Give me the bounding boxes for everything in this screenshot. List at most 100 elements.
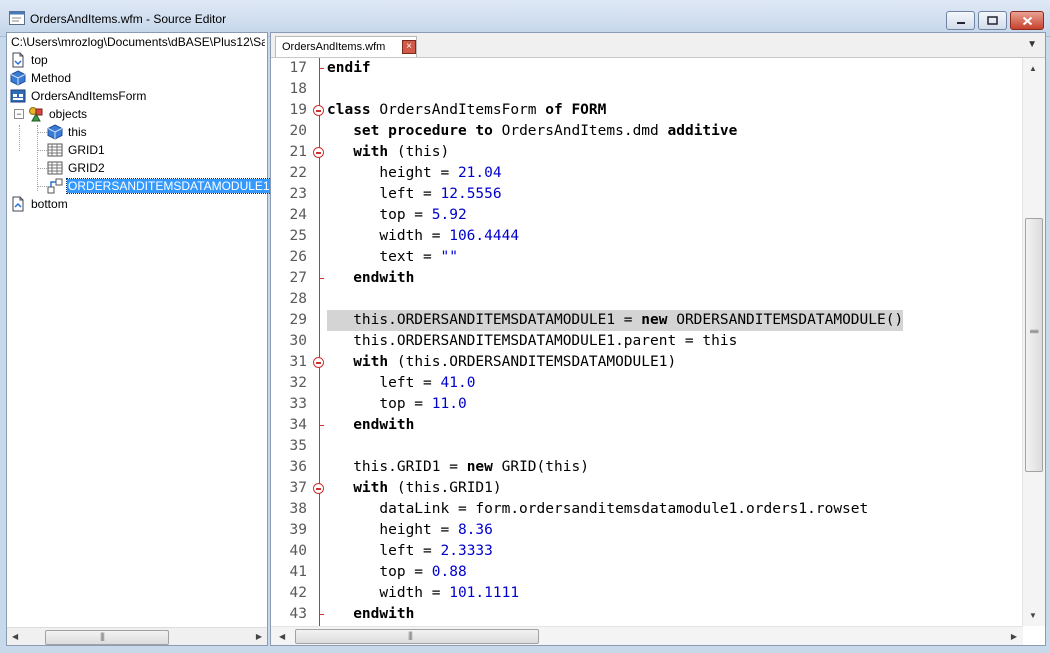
code-line[interactable]: 25 width = 106.4444 bbox=[271, 226, 1021, 247]
line-number: 39 bbox=[289, 522, 307, 538]
tree-line bbox=[37, 125, 38, 191]
code-line[interactable]: 35 bbox=[271, 436, 1021, 457]
editor-horizontal-scrollbar[interactable]: ◀ ||| ▶ bbox=[271, 626, 1023, 645]
tab-bar: OrdersAndItems.wfm × ▼ bbox=[271, 33, 1045, 58]
tree-line bbox=[37, 168, 47, 169]
tree-label: GRID2 bbox=[68, 161, 105, 175]
text-token: (this) bbox=[388, 144, 450, 160]
line-number: 23 bbox=[289, 186, 307, 202]
code-text: top = 11.0 bbox=[327, 394, 466, 415]
editor-vertical-scrollbar[interactable]: ▲ ||| ▼ bbox=[1022, 58, 1045, 626]
scroll-left-arrow-icon[interactable]: ◀ bbox=[12, 632, 18, 641]
code-line[interactable]: 39 height = 8.36 bbox=[271, 520, 1021, 541]
code-line[interactable]: 19 class OrdersAndItemsForm of FORM bbox=[271, 100, 1021, 121]
code-text: endwith bbox=[327, 604, 414, 625]
tree-item-datamodule[interactable]: ORDERSANDITEMSDATAMODULE1 bbox=[47, 177, 272, 195]
code-editor[interactable]: 17 endif 18 19 class OrdersAndItemsForm of F… bbox=[271, 58, 1021, 626]
fold-collapse-icon[interactable] bbox=[313, 357, 324, 368]
grip-icon: ||| bbox=[1030, 329, 1040, 334]
grip-icon: ||| bbox=[408, 630, 413, 640]
tree-item-grid2[interactable]: GRID2 bbox=[47, 159, 106, 177]
literal-token: 12.5556 bbox=[440, 186, 502, 202]
outline-horizontal-scrollbar[interactable]: ◀ ||| ▶ bbox=[7, 627, 267, 645]
code-line[interactable]: 30 this.ORDERSANDITEMSDATAMODULE1.parent… bbox=[271, 331, 1021, 352]
tree-item-form[interactable]: OrdersAndItemsForm bbox=[10, 87, 147, 105]
line-number: 33 bbox=[289, 396, 307, 412]
tab-orders-and-items[interactable]: OrdersAndItems.wfm × bbox=[275, 36, 417, 57]
scroll-thumb[interactable]: ||| bbox=[45, 630, 169, 645]
window-title: OrdersAndItems.wfm - Source Editor bbox=[30, 12, 227, 26]
code-line[interactable]: 40 left = 2.3333 bbox=[271, 541, 1021, 562]
code-line[interactable]: 17 endif bbox=[271, 58, 1021, 79]
code-line[interactable]: 42 width = 101.1111 bbox=[271, 583, 1021, 604]
tree-item-bottom[interactable]: bottom bbox=[10, 195, 69, 213]
code-line[interactable]: 20 set procedure to OrdersAndItems.dmd a… bbox=[271, 121, 1021, 142]
tree-label: OrdersAndItemsForm bbox=[31, 89, 147, 103]
outline-panel[interactable]: C:\Users\mrozlog\Documents\dBASE\Plus12\… bbox=[6, 32, 272, 646]
code-line[interactable]: 32 left = 41.0 bbox=[271, 373, 1021, 394]
tree-item-objects[interactable]: objects bbox=[28, 105, 88, 123]
minimize-button[interactable] bbox=[946, 11, 975, 30]
text-token: top = bbox=[327, 207, 432, 223]
code-line[interactable]: 41 top = 0.88 bbox=[271, 562, 1021, 583]
line-number: 18 bbox=[289, 81, 307, 97]
scroll-right-arrow-icon[interactable]: ▶ bbox=[1011, 632, 1017, 641]
text-token: (this.GRID1) bbox=[388, 480, 502, 496]
code-text: left = 41.0 bbox=[327, 373, 475, 394]
code-line[interactable]: 18 bbox=[271, 79, 1021, 100]
code-line[interactable]: 23 left = 12.5556 bbox=[271, 184, 1021, 205]
grid-icon bbox=[47, 161, 63, 175]
line-number: 38 bbox=[289, 501, 307, 517]
tab-close-icon[interactable]: × bbox=[402, 40, 416, 54]
code-line[interactable]: 38 dataLink = form.ordersanditemsdatamod… bbox=[271, 499, 1021, 520]
line-number: 19 bbox=[289, 102, 307, 118]
code-line[interactable]: 43 endwith bbox=[271, 604, 1021, 625]
code-text: left = 2.3333 bbox=[327, 541, 493, 562]
code-line[interactable]: 36 this.GRID1 = new GRID(this) bbox=[271, 457, 1021, 478]
code-line[interactable]: 34 endwith bbox=[271, 415, 1021, 436]
tree-item-grid1[interactable]: GRID1 bbox=[47, 141, 106, 159]
code-line[interactable]: 31 with (this.ORDERSANDITEMSDATAMODULE1) bbox=[271, 352, 1021, 373]
fold-collapse-icon[interactable] bbox=[313, 483, 324, 494]
scroll-left-arrow-icon[interactable]: ◀ bbox=[279, 632, 285, 641]
cube-icon bbox=[47, 124, 63, 140]
text-token: this.ORDERSANDITEMSDATAMODULE1.parent = … bbox=[327, 333, 738, 349]
code-line[interactable]: 28 bbox=[271, 289, 1021, 310]
tree-line bbox=[37, 186, 47, 187]
code-line[interactable]: 21 with (this) bbox=[271, 142, 1021, 163]
code-line[interactable]: 26 text = "" bbox=[271, 247, 1021, 268]
collapse-toggle[interactable]: − bbox=[14, 109, 24, 119]
literal-token: 101.1111 bbox=[449, 585, 520, 601]
tree-item-this[interactable]: this bbox=[47, 123, 88, 141]
scroll-up-arrow-icon[interactable]: ▲ bbox=[1029, 64, 1037, 73]
tree-item-top[interactable]: top bbox=[10, 51, 49, 69]
keyword-token: endwith bbox=[353, 606, 415, 622]
scroll-right-arrow-icon[interactable]: ▶ bbox=[256, 632, 262, 641]
maximize-button[interactable] bbox=[978, 11, 1007, 30]
tab-list-dropdown-icon[interactable]: ▼ bbox=[1027, 39, 1037, 50]
code-text: top = 5.92 bbox=[327, 205, 466, 226]
grid-icon bbox=[47, 143, 63, 157]
scroll-thumb[interactable]: ||| bbox=[1025, 218, 1043, 472]
text-token: left = bbox=[327, 186, 441, 202]
scroll-thumb[interactable]: ||| bbox=[295, 629, 539, 644]
editor-panel[interactable]: OrdersAndItems.wfm × ▼ 17 endif 18 19 class … bbox=[270, 32, 1046, 646]
text-token: left = bbox=[327, 375, 441, 391]
line-number: 35 bbox=[289, 438, 307, 454]
fold-end-marker bbox=[319, 614, 324, 615]
literal-token: 2.3333 bbox=[440, 543, 493, 559]
tree-item-method[interactable]: Method bbox=[10, 69, 72, 87]
code-line[interactable]: 24 top = 5.92 bbox=[271, 205, 1021, 226]
fold-collapse-icon[interactable] bbox=[313, 147, 324, 158]
code-line[interactable]: 27 endwith bbox=[271, 268, 1021, 289]
close-button[interactable] bbox=[1010, 11, 1044, 30]
scroll-down-arrow-icon[interactable]: ▼ bbox=[1029, 611, 1037, 620]
fold-collapse-icon[interactable] bbox=[313, 105, 324, 116]
code-line[interactable]: 37 with (this.GRID1) bbox=[271, 478, 1021, 499]
code-line[interactable]: 29 this.ORDERSANDITEMSDATAMODULE1 = new … bbox=[271, 310, 1021, 331]
keyword-token: with bbox=[353, 480, 389, 496]
code-line[interactable]: 33 top = 11.0 bbox=[271, 394, 1021, 415]
code-line[interactable]: 22 height = 21.04 bbox=[271, 163, 1021, 184]
